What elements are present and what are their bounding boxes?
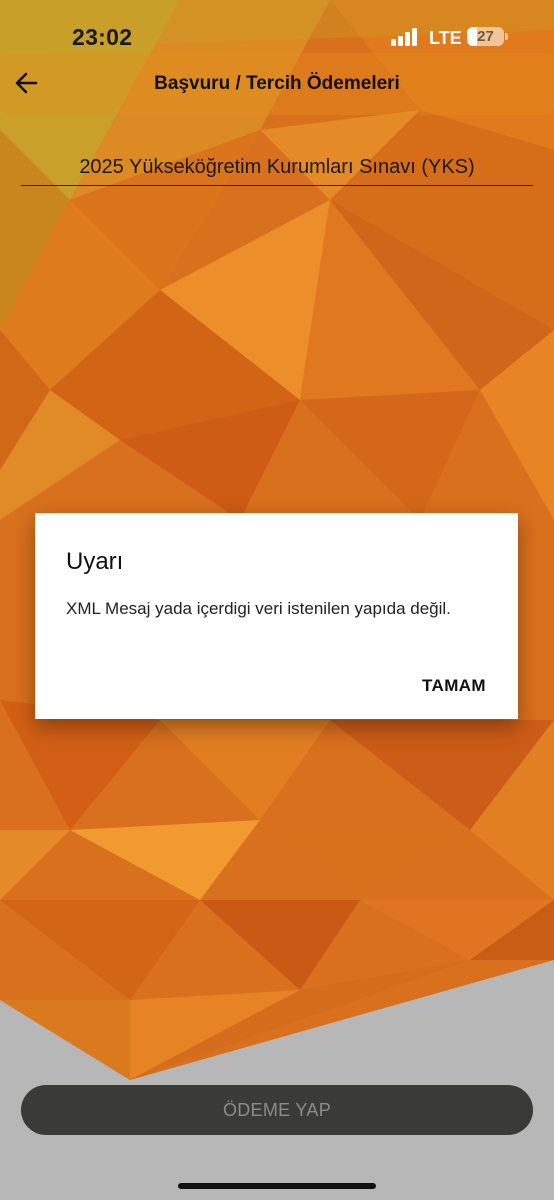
battery-nub bbox=[505, 33, 508, 40]
pay-button[interactable]: ÖDEME YAP bbox=[21, 1085, 533, 1135]
dialog-message: XML Mesaj yada içerdigi veri istenilen y… bbox=[66, 599, 451, 618]
alert-dialog: Uyarı XML Mesaj yada içerdigi veri isten… bbox=[35, 513, 518, 719]
exam-select[interactable]: 2025 Yükseköğretim Kurumları Sınavı (YKS… bbox=[21, 150, 533, 186]
battery-percent: 27 bbox=[477, 28, 494, 45]
page-title: Başvuru / Tercih Ödemeleri bbox=[154, 73, 400, 94]
status-time: 23:02 bbox=[72, 24, 133, 50]
network-type: LTE bbox=[429, 28, 462, 48]
battery-icon: 27 bbox=[467, 27, 504, 46]
battery-level bbox=[467, 27, 477, 46]
dialog-title: Uyarı bbox=[66, 548, 124, 575]
home-indicator[interactable] bbox=[178, 1183, 376, 1189]
signal-icon bbox=[391, 28, 421, 46]
ok-button[interactable]: TAMAM bbox=[422, 676, 486, 696]
